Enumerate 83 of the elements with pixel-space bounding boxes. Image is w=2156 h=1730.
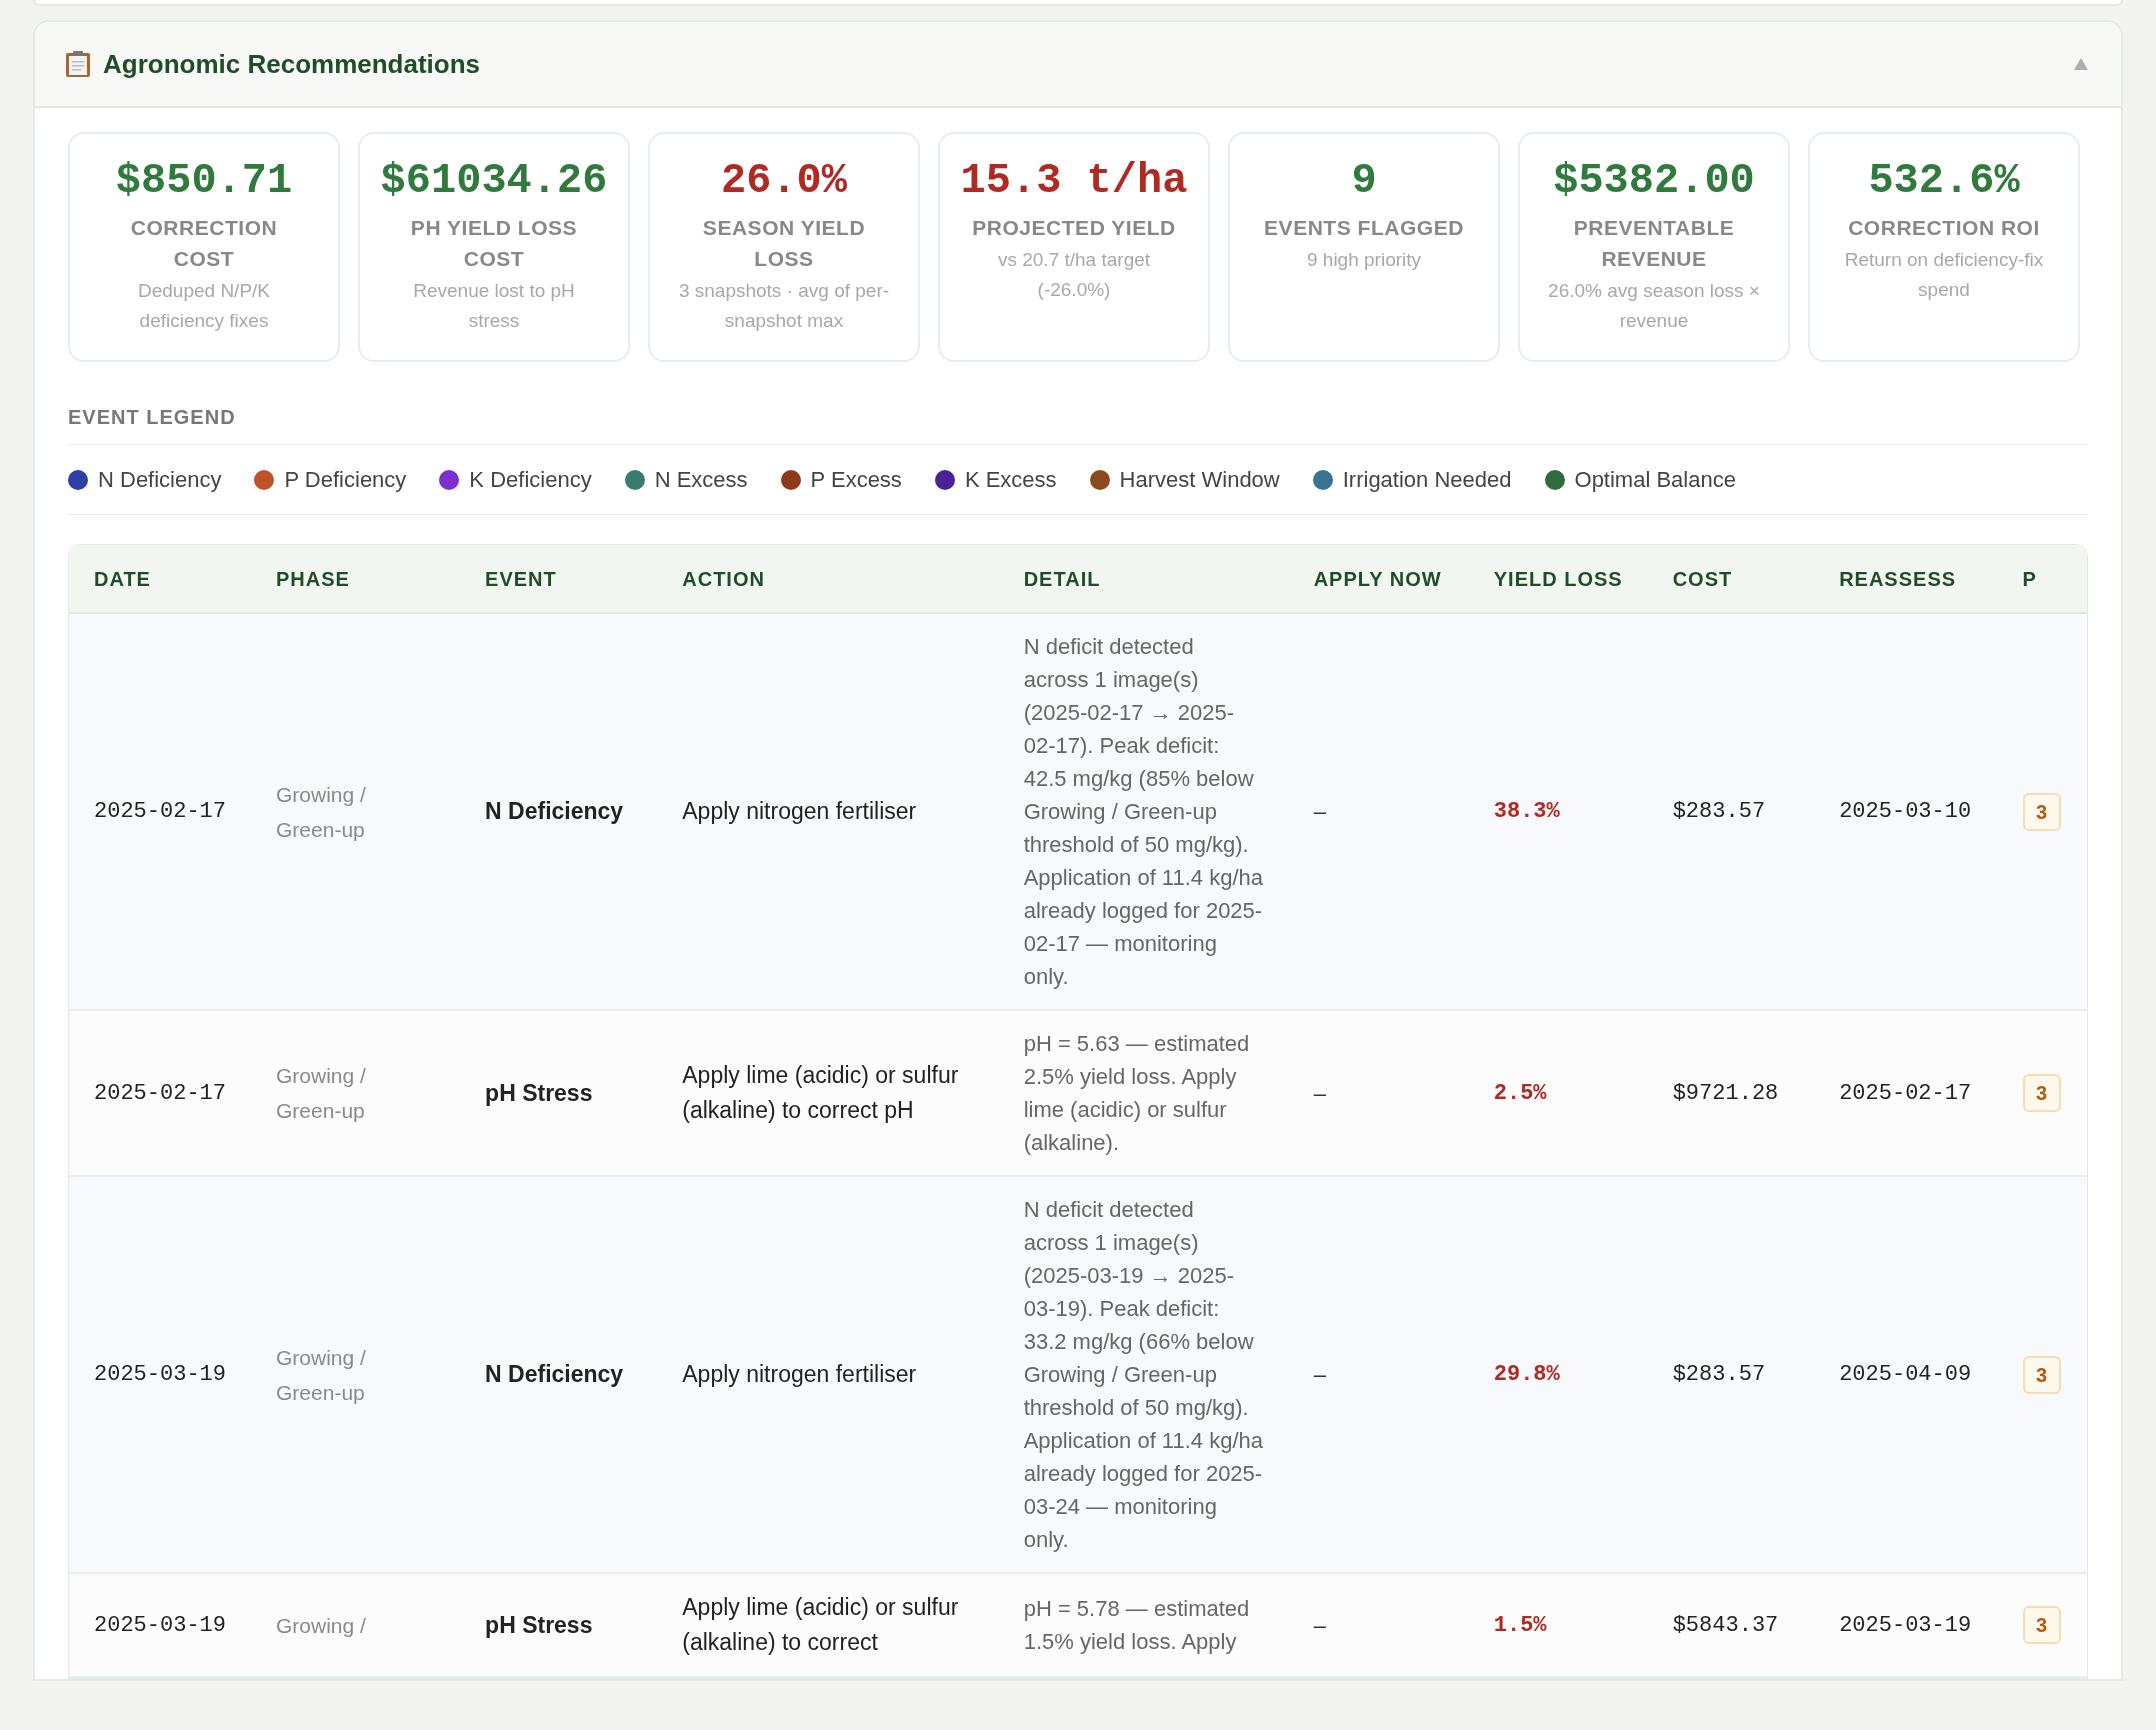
action-cell-text: Apply lime (acidic) or sulfur (alkaline) to correct [682,1593,960,1657]
detail-cell-text: pH = 5.63 — estimated 2.5% yield loss. Apply lime (acidic) or sulfur (alkaline). [1023,1030,1251,1157]
apply-now-cell: – [1313,799,1326,824]
column-header: APPLY NOW [1313,567,1442,590]
column-header: COST [1672,567,1733,590]
phase-cell-text: Growing / Green-up [276,781,367,843]
action-cell-text: Apply lime (acidic) or sulfur (alkaline) to correct pH [682,1061,960,1125]
priority-badge: 3 [2022,1606,2061,1644]
panel-title: Agronomic Recommendations [103,47,481,81]
detail-cell-text: N deficit detected across 1 image(s) (2025-03-19 → 2025-03-19). Peak deficit: 33.2 mg/kg (66% below Growing / Green-up threshold of 50 mg/kg). Application of 11.4 kg/ha already logged for 2025-03-24 — monitoring only. [1023,1196,1264,1554]
priority-badge: 3 [2022,792,2061,831]
cost-cell: $9721.28 [1672,1080,1779,1106]
column-header: DETAIL [1023,567,1101,590]
kpi-value: $5382.00 [1553,156,1755,207]
column-header: ACTION [682,567,765,590]
kpi-note: 3 snapshots · avg of per-snapshot max [677,279,891,333]
priority-badge: 3 [2022,1074,2061,1112]
apply-now-cell: – [1313,1080,1326,1106]
action-cell-text: Apply nitrogen fertiliser [682,1360,918,1389]
kpi-label: PROJECTED YIELD [971,215,1177,241]
event-cell: N Deficiency [485,798,624,825]
kpi-label: PREVENTABLE REVENUE [1572,215,1736,272]
kpi-note: vs 20.7 t/ha target (-26.0%) [996,248,1152,302]
column-header: P [2022,567,2037,590]
legend-label: Harvest Window [1119,466,1280,494]
column-header: PHASE [276,567,350,590]
legend-label: K Deficiency [469,466,592,494]
phase-cell-text: Growing / Green-up [276,1063,367,1124]
date-cell: 2025-02-17 [94,799,227,824]
phase-cell-text: Growing / Green-up [276,1344,367,1406]
cost-cell: $283.57 [1672,1362,1766,1387]
reassess-date-cell: 2025-03-19 [1839,1612,1972,1638]
legend-label: N Excess [654,466,748,494]
detail-cell-text: pH = 5.78 — estimated 1.5% yield loss. Apply [1023,1595,1251,1656]
kpi-note: Return on deficiency-fix spend [1843,248,2045,302]
reassess-date-cell: 2025-04-09 [1839,1362,1972,1387]
legend-label: P Excess [810,466,902,494]
kpi-note: Deduped N/P/K deficiency fixes [137,279,271,333]
clipboard-icon [65,50,91,78]
column-header: YIELD LOSS [1493,567,1623,590]
kpi-value: 9 [1351,156,1377,207]
phase-cell-text: Growing / [276,1612,367,1639]
kpi-label: CORRECTION ROI [1847,215,2041,241]
date-cell: 2025-03-19 [94,1612,227,1638]
reassess-date-cell: 2025-03-10 [1839,799,1972,824]
event-cell: N Deficiency [485,1361,624,1388]
kpi-value: 26.0% [721,156,847,207]
date-cell: 2025-02-17 [94,1080,227,1106]
kpi-note: Revenue lost to pH stress [412,279,576,333]
cost-cell: $5843.37 [1672,1612,1779,1638]
column-header: DATE [94,567,151,590]
legend-label: K Excess [964,466,1057,494]
yield-loss-cell: 29.8% [1493,1362,1560,1387]
yield-loss-cell: 2.5% [1493,1080,1547,1106]
legend-label: P Deficiency [284,466,407,494]
kpi-value: 532.6% [1868,156,2020,207]
legend-label: Optimal Balance [1574,466,1736,494]
kpi-value: $850.71 [115,156,293,207]
event-cell: pH Stress [485,1611,593,1638]
kpi-label: EVENTS FLAGGED [1263,215,1465,241]
reassess-date-cell: 2025-02-17 [1839,1080,1972,1106]
detail-cell-text: N deficit detected across 1 image(s) (2025-02-17 → 2025-02-17). Peak deficit: 42.5 mg/kg (85% below Growing / Green-up threshold of 50 mg/kg). Application of 11.4 kg/ha already logged for 2025-02-17 — monitoring only. [1023,633,1264,991]
legend-label: N Deficiency [98,466,222,494]
kpi-label: SEASON YIELD LOSS [701,215,867,272]
action-cell-text: Apply nitrogen fertiliser [682,797,918,826]
kpi-value: 15.3 t/ha [960,156,1188,207]
column-header: REASSESS [1839,567,1957,590]
legend-label: Irrigation Needed [1342,466,1512,494]
apply-now-cell: – [1313,1612,1326,1638]
cost-cell: $283.57 [1672,799,1766,824]
date-cell: 2025-03-19 [94,1362,227,1387]
yield-loss-cell: 1.5% [1493,1612,1547,1638]
apply-now-cell: – [1313,1362,1326,1387]
column-header: EVENT [485,567,557,590]
kpi-note: 9 high priority [1305,248,1423,272]
kpi-label: CORRECTION COST [129,215,279,272]
legend-title: EVENT LEGEND [68,402,2088,445]
kpi-label: PH YIELD LOSS COST [409,215,579,272]
kpi-value: $61034.26 [380,156,608,207]
event-cell: pH Stress [485,1079,593,1106]
priority-badge: 3 [2022,1355,2061,1394]
yield-loss-cell: 38.3% [1493,799,1560,824]
kpi-note: 26.0% avg season loss × revenue [1547,279,1761,333]
